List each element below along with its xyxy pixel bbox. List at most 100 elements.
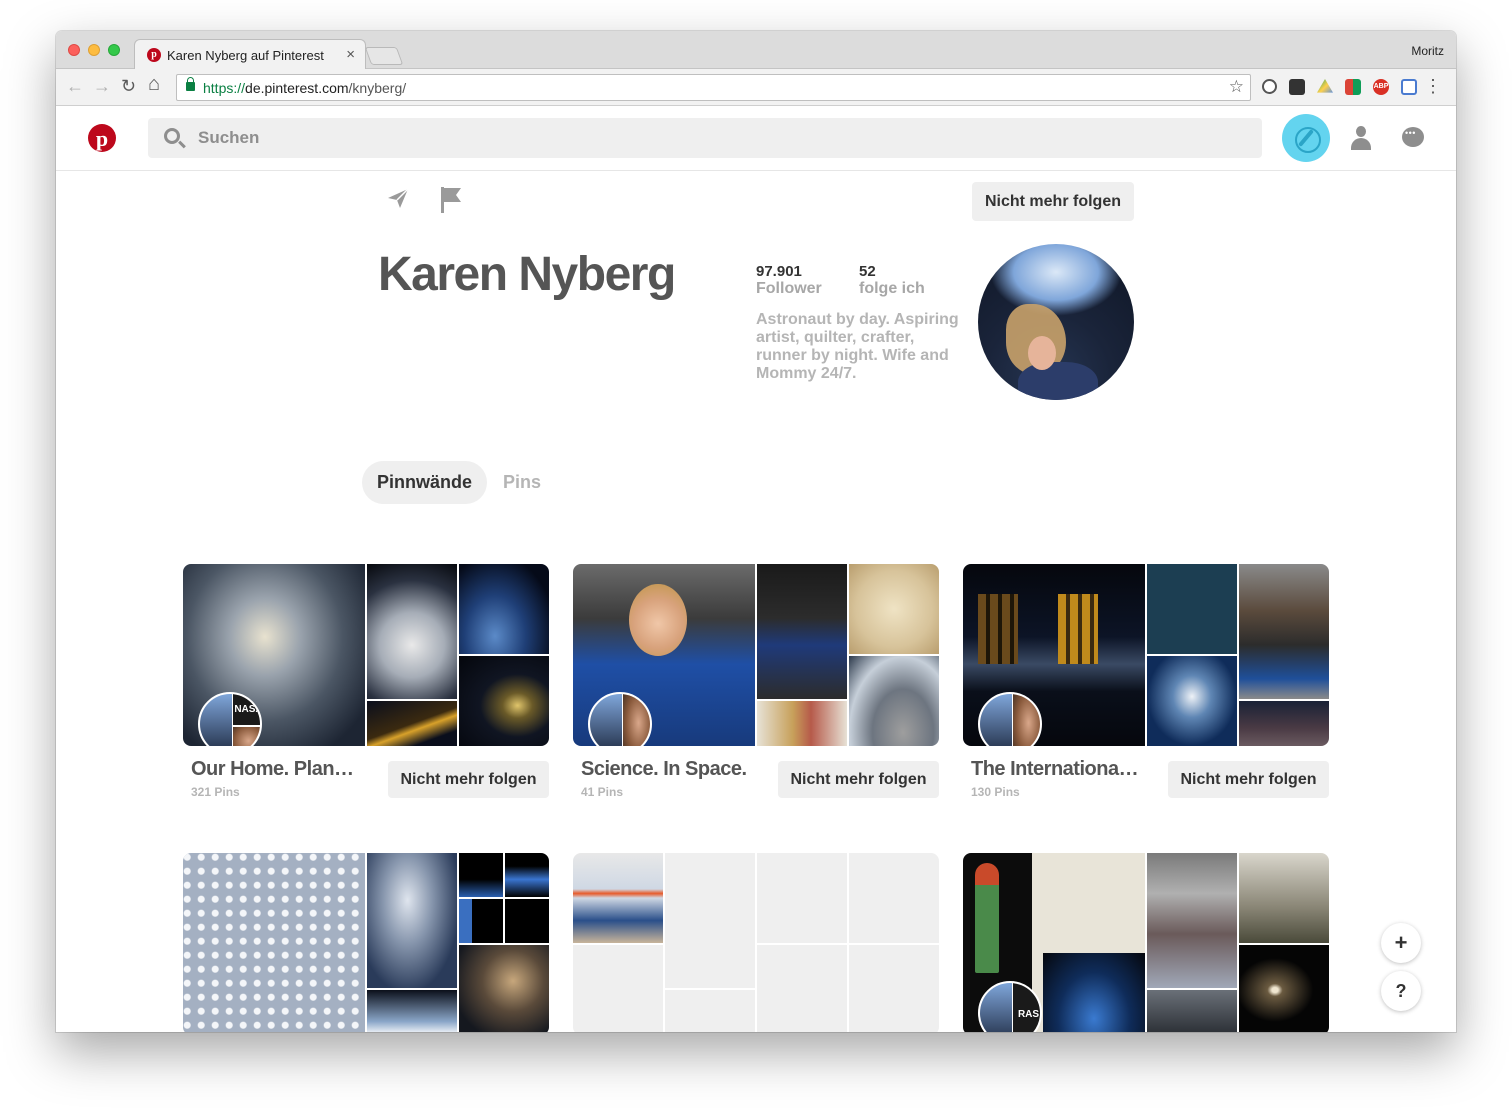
unfollow-profile-button[interactable]: Nicht mehr folgen (972, 182, 1134, 221)
messages-chat-icon[interactable] (1402, 127, 1424, 147)
board-cover-image (367, 990, 457, 1032)
board-cover-image (849, 564, 939, 654)
pinterest-favicon-icon: p (147, 48, 161, 62)
bookmark-star-icon[interactable]: ☆ (1229, 77, 1244, 97)
url-path: /knyberg/ (348, 80, 407, 96)
board-cover-image (505, 853, 549, 897)
board-cover-image (757, 564, 847, 699)
browser-profile-name[interactable]: Moritz (1411, 44, 1444, 58)
minimize-window-button[interactable] (88, 44, 100, 56)
profile-bio: Astronaut by day. Aspiring artist, quilt… (756, 311, 959, 382)
report-flag-icon[interactable] (440, 186, 462, 214)
search-input[interactable] (198, 127, 1098, 149)
checklist-extension-icon[interactable] (1289, 79, 1305, 95)
board-title: Science. In Space. (581, 758, 747, 780)
board-cover[interactable] (573, 564, 939, 746)
drive-extension-icon[interactable] (1317, 79, 1333, 93)
board-cover-placeholder (849, 945, 939, 1032)
board-pin-count: 321 Pins (191, 785, 240, 799)
board-cover-image (183, 853, 365, 1032)
board-title: Our Home. Plan… (191, 758, 354, 780)
pinterest-logo-icon[interactable]: p (88, 124, 116, 152)
board-cover-image (459, 899, 503, 943)
board-pin-count: 41 Pins (581, 785, 624, 799)
board-cover-image (629, 584, 687, 656)
board-cover-placeholder (757, 945, 847, 1032)
board-cover[interactable]: RAS (963, 853, 1329, 1032)
url-scheme: https:// (203, 80, 246, 96)
board-collaborators-avatars: NASA (198, 692, 262, 746)
forward-arrow-icon[interactable]: → (93, 76, 111, 96)
followers-label: Follower (756, 280, 822, 297)
browser-tab[interactable]: p Karen Nyberg auf Pinterest × (134, 39, 366, 70)
zoom-window-button[interactable] (108, 44, 120, 56)
profile-name: Karen Nyberg (378, 248, 676, 301)
board-cover-image (1147, 990, 1237, 1032)
board-cover-image (459, 853, 503, 897)
browser-toolbar: ← → ↻ ⌂ https://de.pinterest.com/knyberg… (56, 69, 1456, 106)
board-cover-image (1239, 564, 1329, 699)
screen-extension-icon[interactable] (1401, 79, 1417, 95)
profile-person-icon[interactable] (1351, 126, 1371, 152)
board-cover-image (459, 564, 549, 654)
unfollow-board-button[interactable]: Nicht mehr folgen (778, 761, 939, 798)
board-cover-image (1058, 594, 1098, 664)
profile-page: Nicht mehr folgen Karen Nyberg 97.901 Fo… (56, 171, 1456, 1032)
board-card[interactable]: RAS (963, 853, 1329, 1032)
profile-avatar (978, 244, 1134, 400)
new-tab-button[interactable] (364, 47, 404, 65)
search-icon (164, 128, 180, 144)
board-cover-image (1239, 701, 1329, 746)
board-card[interactable]: NASA Our Home. Plan… 321 Pins Nicht mehr… (183, 564, 549, 799)
address-bar[interactable]: https://de.pinterest.com/knyberg/ ☆ (176, 74, 1251, 101)
board-cover-placeholder (665, 990, 755, 1032)
title-bar: p Karen Nyberg auf Pinterest × Moritz (56, 31, 1456, 70)
board-cover-image (367, 853, 457, 988)
board-cover-image (459, 656, 549, 746)
board-cover[interactable]: NASA (183, 564, 549, 746)
url-host: de.pinterest.com (245, 80, 349, 96)
reload-icon[interactable]: ↻ (121, 76, 136, 96)
browser-menu-icon[interactable]: ⋮ (1424, 75, 1442, 97)
board-card[interactable] (573, 853, 939, 1032)
search-bar[interactable] (148, 118, 1262, 158)
board-cover[interactable] (573, 853, 939, 1032)
followers-stat[interactable]: 97.901 Follower (756, 263, 822, 298)
unfollow-board-button[interactable]: Nicht mehr folgen (388, 761, 549, 798)
board-cover-image (367, 564, 457, 699)
board-cover-image (975, 863, 999, 973)
board-cover-placeholder (757, 853, 847, 943)
board-title: The Internationa… (971, 758, 1139, 780)
pinterest-header: p (56, 106, 1456, 171)
unfollow-board-button[interactable]: Nicht mehr folgen (1168, 761, 1329, 798)
tab-pinnwaende[interactable]: Pinnwände (362, 461, 487, 504)
tab-close-icon[interactable]: × (346, 46, 355, 63)
adblock-extension-icon[interactable]: ABP (1373, 79, 1389, 95)
following-stat[interactable]: 52 folge ich (859, 263, 925, 298)
close-window-button[interactable] (68, 44, 80, 56)
board-collaborators-avatars (588, 692, 652, 746)
board-card[interactable]: Science. In Space. 41 Pins Nicht mehr fo… (573, 564, 939, 799)
tab-pins[interactable]: Pins (502, 461, 542, 504)
board-card[interactable]: The Internationa… 130 Pins Nicht mehr fo… (963, 564, 1329, 799)
back-arrow-icon[interactable]: ← (66, 76, 84, 96)
add-plus-button[interactable]: + (1381, 923, 1421, 963)
board-cover-placeholder (665, 853, 755, 988)
send-message-icon[interactable] (386, 186, 410, 210)
board-cover-placeholder (849, 853, 939, 943)
explore-compass-icon[interactable] (1282, 114, 1330, 162)
board-cover[interactable] (183, 853, 549, 1032)
help-button[interactable]: ? (1381, 971, 1421, 1011)
followers-count: 97.901 (756, 263, 802, 280)
board-cover-placeholder (573, 945, 663, 1032)
board-cover[interactable] (963, 564, 1329, 746)
history-extension-icon[interactable] (1262, 79, 1277, 94)
board-card[interactable] (183, 853, 549, 1032)
board-cover-image (573, 853, 663, 943)
board-cover-image (505, 899, 549, 943)
board-collaborators-avatars: RAS (978, 981, 1042, 1032)
board-cover-image (459, 945, 549, 1032)
google-extension-icon[interactable] (1345, 79, 1361, 95)
home-icon[interactable]: ⌂ (148, 74, 160, 94)
lock-icon (186, 77, 195, 91)
